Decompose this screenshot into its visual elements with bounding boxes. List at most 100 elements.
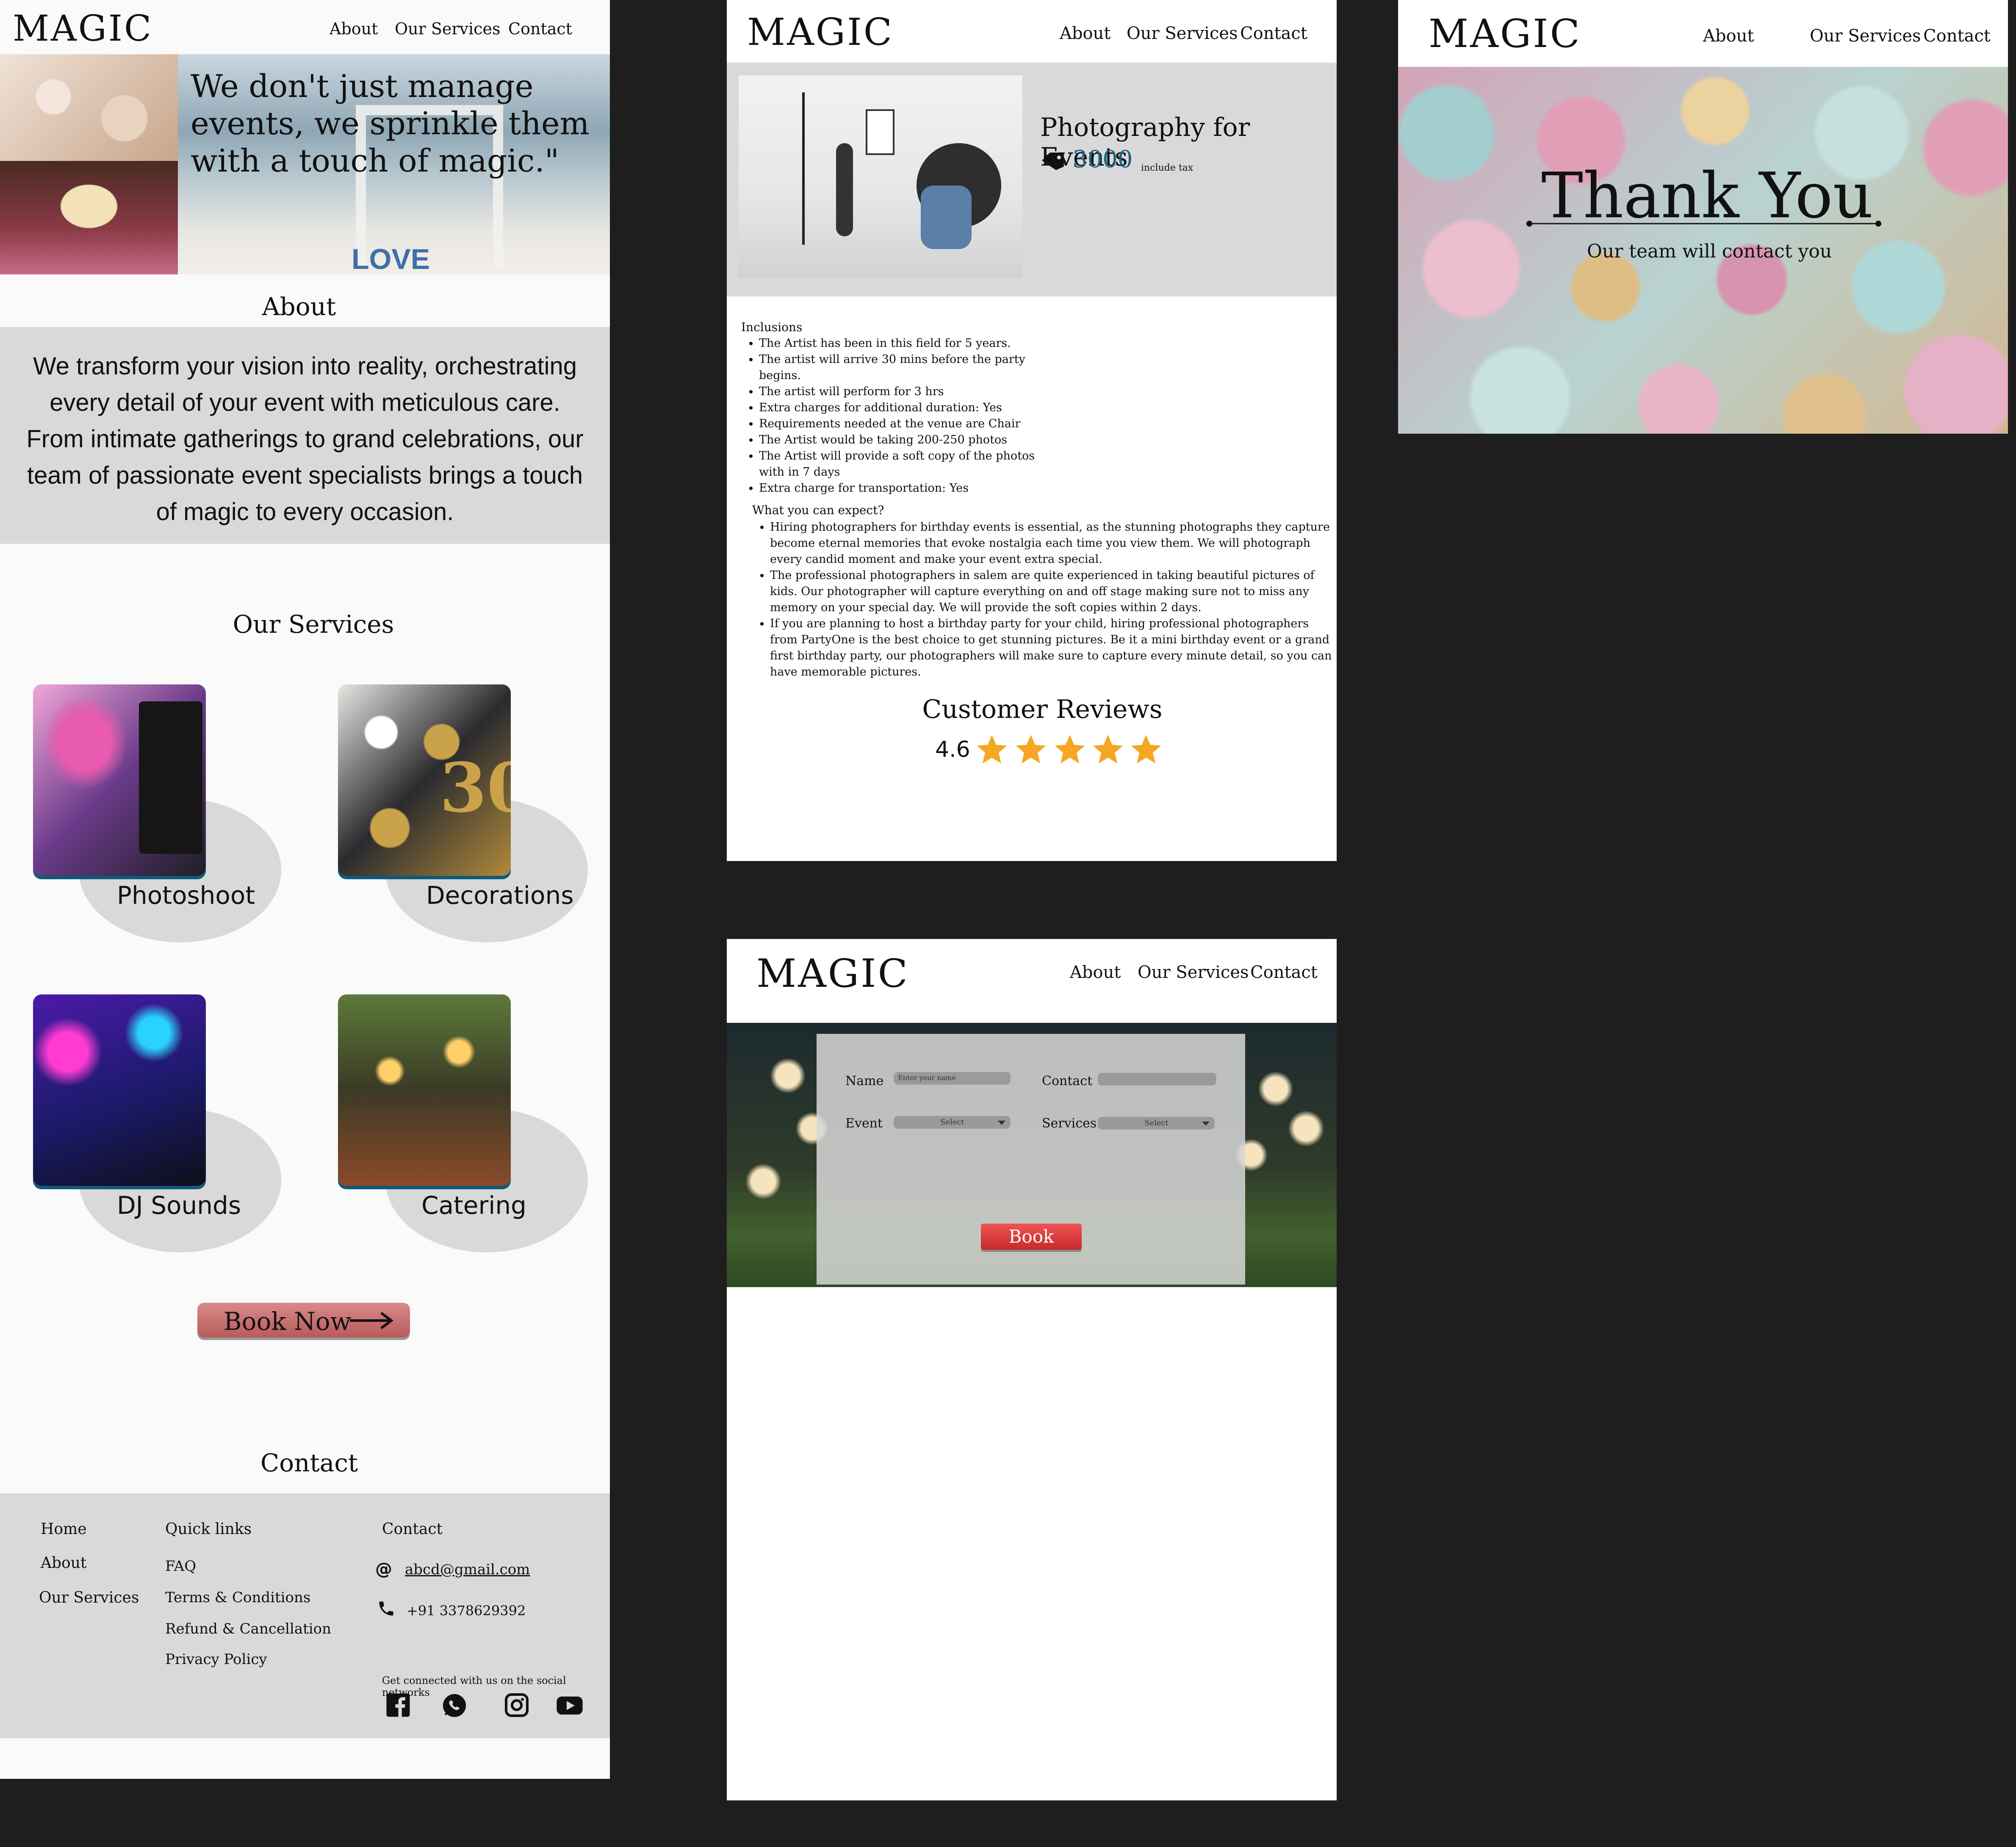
arrow-right-icon	[350, 1312, 393, 1329]
book-now-label: Book Now	[224, 1307, 352, 1336]
expect-item: Hiring photographers for birthday events…	[770, 519, 1333, 568]
brand-logo[interactable]: MAGIC	[1429, 11, 1581, 56]
brand-logo[interactable]: MAGIC	[747, 10, 894, 54]
catering-card[interactable]	[338, 994, 511, 1186]
title-divider	[1526, 221, 1881, 227]
hero-quote: We don't just manage events, we sprinkle…	[191, 68, 590, 179]
services-select[interactable]: Select	[1098, 1117, 1215, 1130]
thank-you-subtitle: Our team will contact you	[1587, 241, 1832, 262]
decorations-card[interactable]: 30	[338, 684, 511, 876]
expect-title: What you can expect?	[752, 503, 884, 517]
price-note: include tax	[1141, 163, 1194, 173]
outdoor-party-photo: Name Enter your name Contact Event Selec…	[727, 1023, 1337, 1287]
expect-item: The professional photographers in salem …	[770, 568, 1333, 616]
inclusions-title: Inclusions	[741, 320, 803, 334]
inclusion-item: Extra charge for transportation: Yes	[759, 480, 1055, 496]
facebook-icon[interactable]	[385, 1692, 411, 1718]
services-title: Our Services	[233, 610, 394, 639]
book-button-label: Book	[1008, 1226, 1054, 1247]
nav-services[interactable]: Our Services	[1138, 963, 1249, 982]
name-placeholder: Enter your name	[898, 1074, 956, 1082]
service-label-photoshoot[interactable]: Photoshoot	[117, 881, 255, 910]
name-label: Name	[845, 1074, 884, 1088]
inclusion-item: The artist will arrive 30 mins before th…	[759, 352, 1055, 384]
inclusion-item: The Artist will provide a soft copy of t…	[759, 448, 1055, 480]
baby-shower-photo	[0, 54, 178, 161]
nav-contact[interactable]: Contact	[1250, 963, 1318, 982]
photography-studio-photo	[739, 75, 1022, 278]
star-icon	[1016, 735, 1046, 764]
footer-link-services[interactable]: Our Services	[39, 1589, 139, 1606]
about-panel: We transform your vision into reality, o…	[0, 327, 610, 544]
footer-link-terms[interactable]: Terms & Conditions	[165, 1589, 310, 1606]
model-figure	[836, 143, 853, 236]
light-stand	[802, 92, 805, 245]
photoshoot-card[interactable]	[33, 684, 206, 876]
brand-logo[interactable]: MAGIC	[13, 8, 153, 49]
instagram-icon[interactable]	[504, 1692, 529, 1718]
footer-link-faq[interactable]: FAQ	[165, 1558, 196, 1575]
nav-about[interactable]: About	[1070, 963, 1121, 982]
service-detail-frame: MAGIC About Our Services Contact Photogr…	[727, 0, 1337, 861]
contact-input[interactable]	[1098, 1073, 1216, 1085]
booking-frame: MAGIC About Our Services Contact Name En…	[727, 939, 1337, 1800]
reviews-title: Customer Reviews	[922, 695, 1163, 724]
chevron-down-icon	[998, 1121, 1005, 1125]
star-icon	[1055, 735, 1085, 764]
nav-services[interactable]: Our Services	[1810, 26, 1921, 46]
brand-logo[interactable]: MAGIC	[756, 951, 909, 996]
contact-title: Contact	[260, 1448, 358, 1477]
inclusion-item: Extra charges for additional duration: Y…	[759, 400, 1055, 416]
star-icon	[1093, 735, 1123, 764]
star-icon	[1131, 735, 1161, 764]
love-letters: LOVE	[352, 243, 430, 274]
youtube-icon[interactable]	[556, 1695, 584, 1716]
rating-value: 4.6	[935, 737, 970, 762]
nav-about[interactable]: About	[1703, 26, 1754, 46]
nav-services[interactable]: Our Services	[395, 19, 500, 38]
services-select-value: Select	[1144, 1119, 1169, 1127]
thank-you-frame: MAGIC About Our Services Contact Thank Y…	[1398, 0, 2008, 434]
footer-phone[interactable]: +91 3378629392	[407, 1603, 526, 1619]
event-select-value: Select	[940, 1118, 964, 1127]
service-label-catering[interactable]: Catering	[421, 1191, 526, 1220]
wedding-cake-photo	[0, 161, 178, 274]
footer-link-about[interactable]: About	[41, 1554, 86, 1572]
camera-shape	[139, 701, 202, 854]
heart-balloons-background: Thank You Our team will contact you	[1398, 67, 2008, 434]
design-canvas: { "brand": "MAGIC", "nav": { "about": "A…	[0, 0, 2016, 1847]
home-page-frame: MAGIC About Our Services Contact LOVE We…	[0, 0, 610, 1779]
footer-email[interactable]: abcd@gmail.com	[405, 1561, 530, 1578]
dj-sounds-card[interactable]	[33, 994, 206, 1186]
book-now-button[interactable]: Book Now	[197, 1303, 410, 1337]
name-input[interactable]: Enter your name	[894, 1072, 1011, 1085]
nav-contact[interactable]: Contact	[508, 19, 572, 38]
price-tag-icon	[1042, 152, 1064, 170]
service-label-dj-sounds[interactable]: DJ Sounds	[117, 1191, 241, 1220]
event-label: Event	[845, 1116, 883, 1131]
phone-icon	[379, 1601, 393, 1616]
nav-about[interactable]: About	[1060, 24, 1110, 43]
footer-panel: Home About Our Services Quick links FAQ …	[0, 1493, 610, 1738]
whatsapp-icon[interactable]	[441, 1692, 468, 1719]
chevron-down-icon	[1202, 1121, 1210, 1126]
nav-contact[interactable]: Contact	[1923, 26, 1991, 46]
number-thirty-balloon: 30	[440, 748, 511, 828]
inclusion-item: The artist will perform for 3 hrs	[759, 384, 1055, 400]
nav-about[interactable]: About	[330, 19, 378, 38]
rating-row: 4.6	[934, 733, 1171, 771]
footer-link-privacy[interactable]: Privacy Policy	[165, 1651, 267, 1668]
quick-links-title: Quick links	[165, 1520, 252, 1538]
price-value: 3000	[1072, 146, 1133, 173]
book-button[interactable]: Book	[981, 1224, 1082, 1250]
star-icon	[977, 735, 1007, 764]
inclusion-item: Requirements needed at the venue are Cha…	[759, 416, 1055, 432]
inclusion-item: The Artist has been in this field for 5 …	[759, 335, 1055, 352]
nav-contact[interactable]: Contact	[1240, 24, 1307, 43]
nav-services[interactable]: Our Services	[1127, 24, 1238, 43]
footer-link-home[interactable]: Home	[41, 1520, 87, 1538]
event-select[interactable]: Select	[894, 1116, 1011, 1129]
services-label: Services	[1042, 1116, 1097, 1131]
service-label-decorations[interactable]: Decorations	[426, 881, 573, 910]
footer-link-refund[interactable]: Refund & Cancellation	[165, 1620, 331, 1637]
